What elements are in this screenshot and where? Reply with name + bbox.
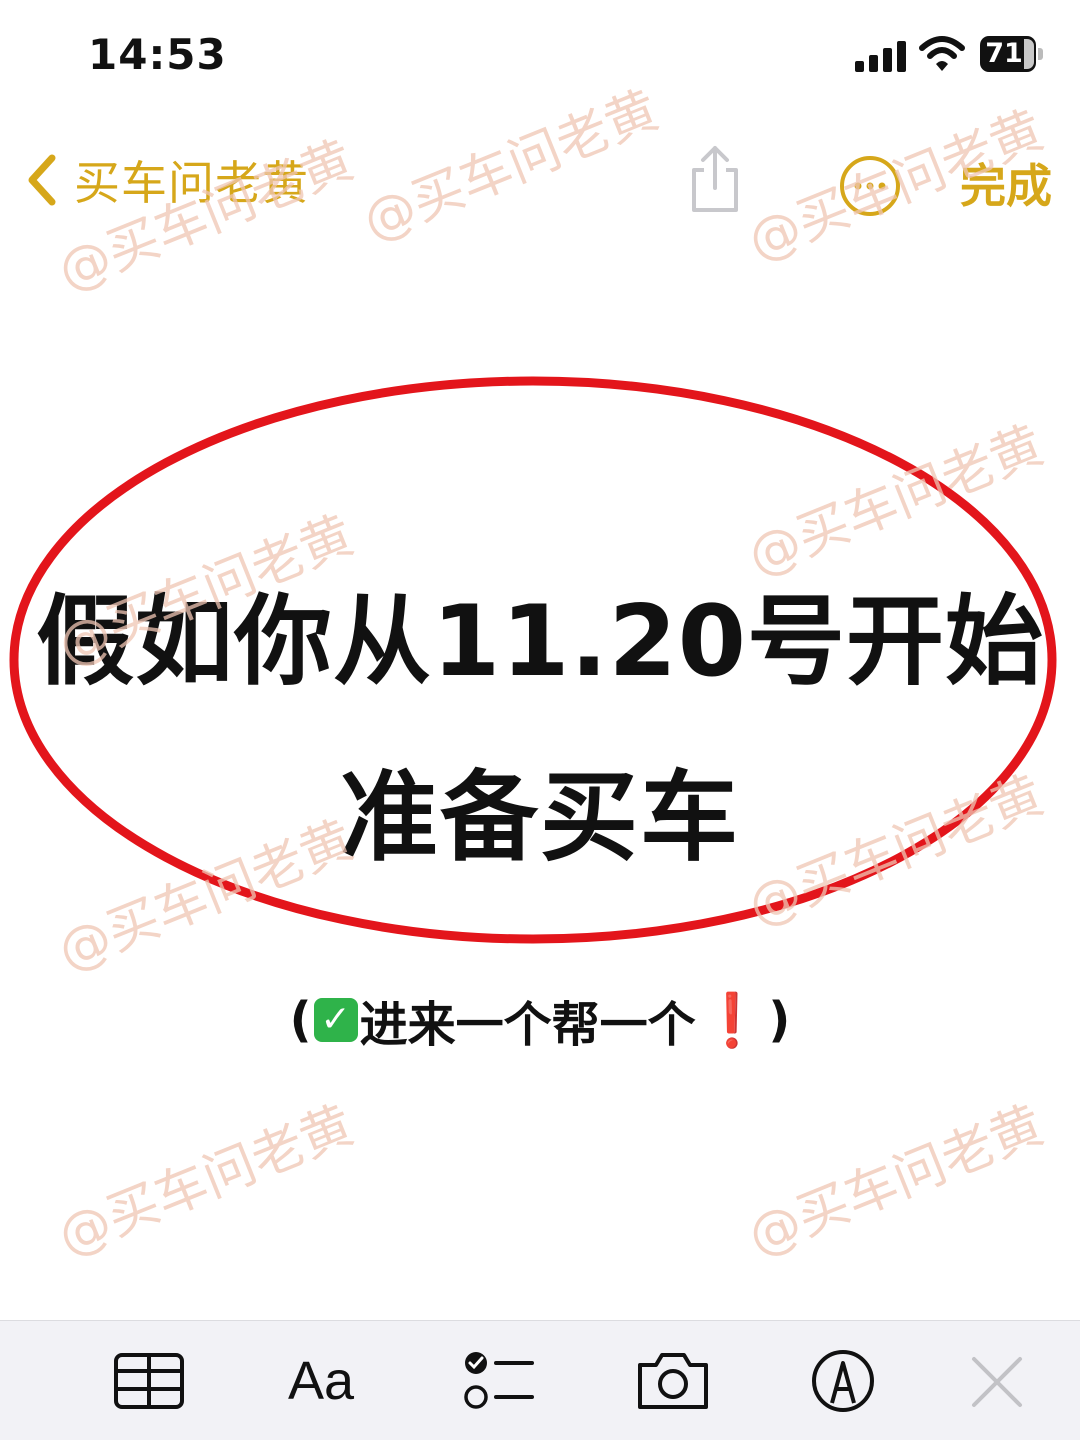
table-icon[interactable] — [113, 1349, 185, 1413]
back-label: 买车问老黄 — [74, 156, 309, 210]
cellular-signal-icon — [855, 40, 907, 72]
back-button[interactable]: 买车问老黄 — [22, 150, 309, 210]
camera-icon[interactable] — [634, 1349, 712, 1413]
battery-level: 71 — [985, 38, 1023, 69]
more-options-icon[interactable] — [838, 154, 902, 218]
markup-pen-icon[interactable] — [810, 1349, 876, 1413]
check-mark-icon: ✓ — [313, 998, 358, 1042]
subtitle-close-paren: ) — [768, 992, 791, 1048]
subtitle: ( ✓ 进来一个帮一个 ❗ ) — [0, 985, 1080, 1055]
battery-icon: 71 — [980, 36, 1044, 72]
status-bar: 14:53 71 — [0, 0, 1080, 110]
nav-bar: 买车问老黄 完成 — [0, 130, 1080, 230]
chevron-left-icon — [28, 154, 56, 206]
bottom-toolbar: Aa — [0, 1320, 1080, 1440]
exclamation-icon: ❗ — [699, 990, 765, 1051]
checklist-icon[interactable] — [462, 1349, 534, 1413]
watermark: @买车问老黄 — [739, 1095, 1052, 1268]
format-text-icon[interactable]: Aa — [288, 1349, 368, 1413]
wifi-icon — [919, 36, 965, 71]
watermark: @买车问老黄 — [49, 1095, 362, 1268]
done-button[interactable]: 完成 — [960, 150, 1052, 216]
share-icon[interactable] — [686, 142, 744, 214]
subtitle-text: 进来一个帮一个 — [359, 997, 696, 1053]
subtitle-open-paren: ( — [289, 992, 312, 1048]
status-time: 14:53 — [88, 30, 227, 79]
headline-line-1: 假如你从11.20号开始 — [36, 585, 1044, 699]
close-icon[interactable] — [970, 1349, 1024, 1413]
headline-line-2: 准备买车 — [339, 761, 740, 875]
